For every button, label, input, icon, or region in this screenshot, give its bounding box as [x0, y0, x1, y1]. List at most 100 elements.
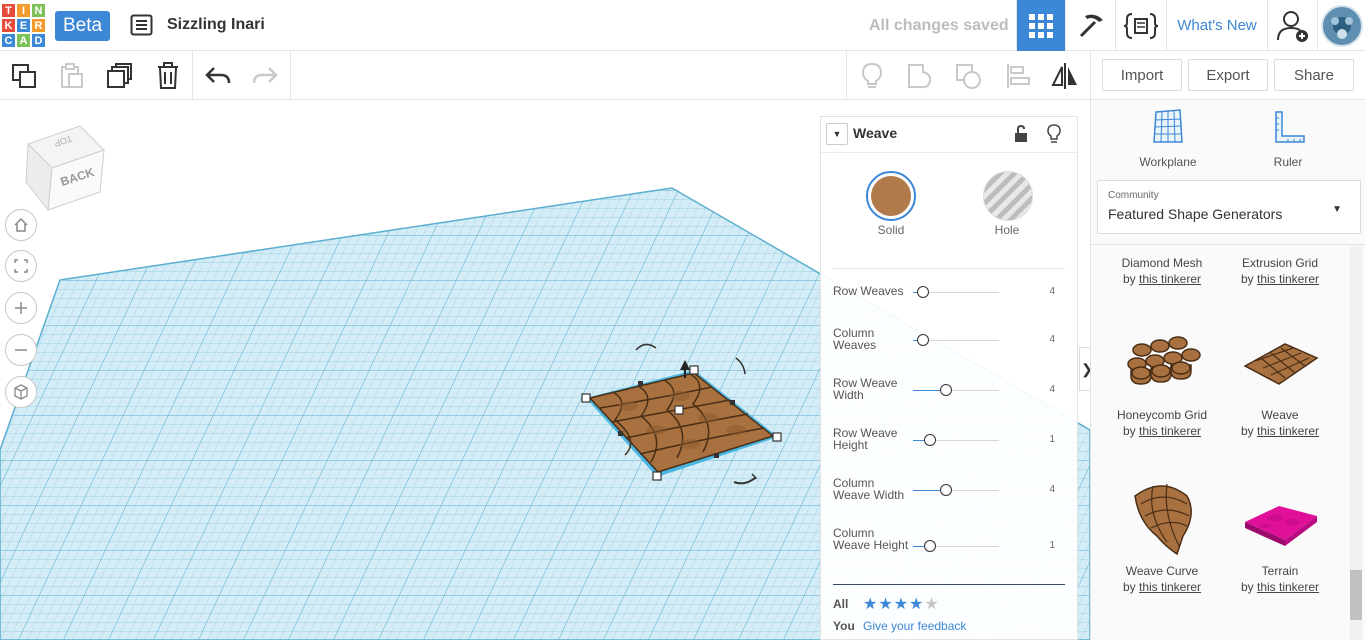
save-status: All changes saved	[869, 17, 1009, 34]
codeblocks-button[interactable]	[1115, 0, 1166, 51]
top-bar: T I N K E R C A D Beta Sizzling Inari Al…	[0, 0, 1365, 51]
param-slider-handle[interactable]	[917, 286, 929, 298]
design-list-icon[interactable]	[130, 14, 153, 36]
plus-icon	[15, 302, 27, 314]
zoom-in-button[interactable]	[5, 292, 37, 324]
author-link[interactable]: this tinkerer	[1139, 580, 1201, 594]
solid-button[interactable]	[866, 171, 916, 221]
shapes-panel: Workplane Ruler Community Featured Shape…	[1090, 100, 1365, 640]
param-slider-handle[interactable]	[940, 384, 952, 396]
duplicate-icon	[107, 63, 132, 88]
param-value[interactable]: 1	[1049, 434, 1055, 445]
undo-button[interactable]	[203, 61, 233, 91]
shape-name: Weave Curve	[1125, 564, 1199, 578]
star-icon: ★	[878, 596, 894, 613]
author-link[interactable]: this tinkerer	[1257, 272, 1319, 286]
rating-stars: ★★★★★	[863, 594, 940, 614]
star-icon: ★	[893, 596, 910, 613]
param-value[interactable]: 4	[1049, 384, 1055, 395]
logo-letter: K	[1, 18, 16, 33]
lock-icon[interactable]	[1013, 125, 1029, 143]
duplicate-button[interactable]	[104, 61, 134, 91]
home-view-button[interactable]	[5, 209, 37, 241]
copy-icon	[12, 64, 36, 88]
3d-view-button[interactable]	[1016, 0, 1065, 51]
lightbulb-icon[interactable]	[1047, 124, 1061, 144]
shape-card-honeycomb-grid[interactable]: Honeycomb Grid by this tinkerer	[1103, 318, 1221, 438]
ungroup-button[interactable]	[953, 61, 983, 91]
lightbulb-icon	[861, 62, 883, 88]
param-label: Row Weave Height	[833, 426, 898, 452]
align-button[interactable]	[1003, 61, 1033, 91]
author-link[interactable]: this tinkerer	[1139, 424, 1201, 438]
whats-new-link[interactable]: What's New	[1166, 0, 1267, 51]
group-button[interactable]	[905, 61, 935, 91]
inspector-collapse-button[interactable]: ▼	[826, 123, 848, 145]
param-slider-handle[interactable]	[940, 484, 952, 496]
grid-view-icon	[1029, 13, 1053, 38]
param-slider-track[interactable]	[913, 490, 999, 491]
share-button[interactable]: Share	[1274, 59, 1354, 91]
shape-card-extrusion-grid[interactable]: Extrusion Grid by this tinkerer	[1221, 256, 1339, 286]
param-value[interactable]: 1	[1049, 540, 1055, 551]
ruler-tool[interactable]: Ruler	[1243, 108, 1333, 169]
workplane-icon	[1153, 109, 1183, 143]
param-label: Row Weaves	[833, 284, 904, 298]
logo-letter: N	[31, 3, 46, 18]
shape-by: by	[1122, 272, 1136, 286]
shape-by: by	[1240, 272, 1254, 286]
fit-icon	[14, 259, 28, 273]
param-slider-handle[interactable]	[924, 540, 936, 552]
beta-badge[interactable]: Beta	[55, 11, 110, 41]
minus-icon	[15, 349, 27, 351]
star-icon: ★	[863, 596, 879, 613]
paste-button[interactable]	[56, 61, 86, 91]
logo-letter: C	[1, 33, 16, 48]
copy-button[interactable]	[9, 61, 39, 91]
logo-letter: R	[31, 18, 46, 33]
import-button[interactable]: Import	[1102, 59, 1182, 91]
param-value[interactable]: 4	[1049, 334, 1055, 345]
author-link[interactable]: this tinkerer	[1139, 272, 1201, 286]
param-slider-track[interactable]	[913, 390, 999, 391]
fit-view-button[interactable]	[5, 250, 37, 282]
rating-all-label: All	[833, 597, 849, 611]
param-value[interactable]: 4	[1049, 484, 1055, 495]
give-feedback-link[interactable]: Give your feedback	[863, 619, 966, 633]
param-value[interactable]: 4	[1049, 286, 1055, 297]
shape-name: Extrusion Grid	[1241, 256, 1319, 270]
shape-card-weave-curve[interactable]: Weave Curve by this tinkerer	[1103, 474, 1221, 594]
ruler-icon	[1275, 111, 1305, 143]
user-avatar-button[interactable]	[1317, 0, 1365, 51]
zoom-out-button[interactable]	[5, 334, 37, 366]
mirror-button[interactable]	[1050, 61, 1080, 91]
codeblocks-icon	[1124, 12, 1158, 39]
category-dropdown[interactable]: Community Featured Shape Generators ▼	[1097, 180, 1361, 234]
workplane-tool[interactable]: Workplane	[1123, 108, 1213, 169]
weave-curve-thumbnail	[1134, 483, 1192, 556]
author-link[interactable]: this tinkerer	[1257, 580, 1319, 594]
export-button[interactable]: Export	[1188, 59, 1268, 91]
tinkercad-logo[interactable]: T I N K E R C A D	[1, 3, 46, 48]
logo-letter: D	[31, 33, 46, 48]
delete-button[interactable]	[153, 61, 183, 91]
param-slider-handle[interactable]	[924, 434, 936, 446]
shape-card-diamond-mesh[interactable]: Diamond Mesh by this tinkerer	[1103, 256, 1221, 286]
cube-icon	[14, 384, 28, 400]
show-all-button[interactable]	[857, 61, 887, 91]
solid-label: Solid	[877, 223, 905, 237]
blocks-button[interactable]	[1065, 0, 1115, 51]
redo-button[interactable]	[250, 61, 280, 91]
add-user-button[interactable]	[1267, 0, 1317, 51]
shapes-scrollbar-thumb[interactable]	[1350, 570, 1362, 620]
workplane-label: Workplane	[1139, 155, 1197, 169]
shape-card-weave[interactable]: Weave by this tinkerer	[1221, 318, 1339, 438]
perspective-button[interactable]	[5, 376, 37, 408]
shape-card-terrain[interactable]: Terrain by this tinkerer	[1221, 474, 1339, 594]
logo-letter: T	[1, 3, 16, 18]
hole-button[interactable]	[983, 171, 1033, 221]
author-link[interactable]: this tinkerer	[1257, 424, 1319, 438]
add-user-icon	[1276, 10, 1308, 42]
design-name[interactable]: Sizzling Inari	[167, 16, 265, 34]
param-slider-handle[interactable]	[917, 334, 929, 346]
